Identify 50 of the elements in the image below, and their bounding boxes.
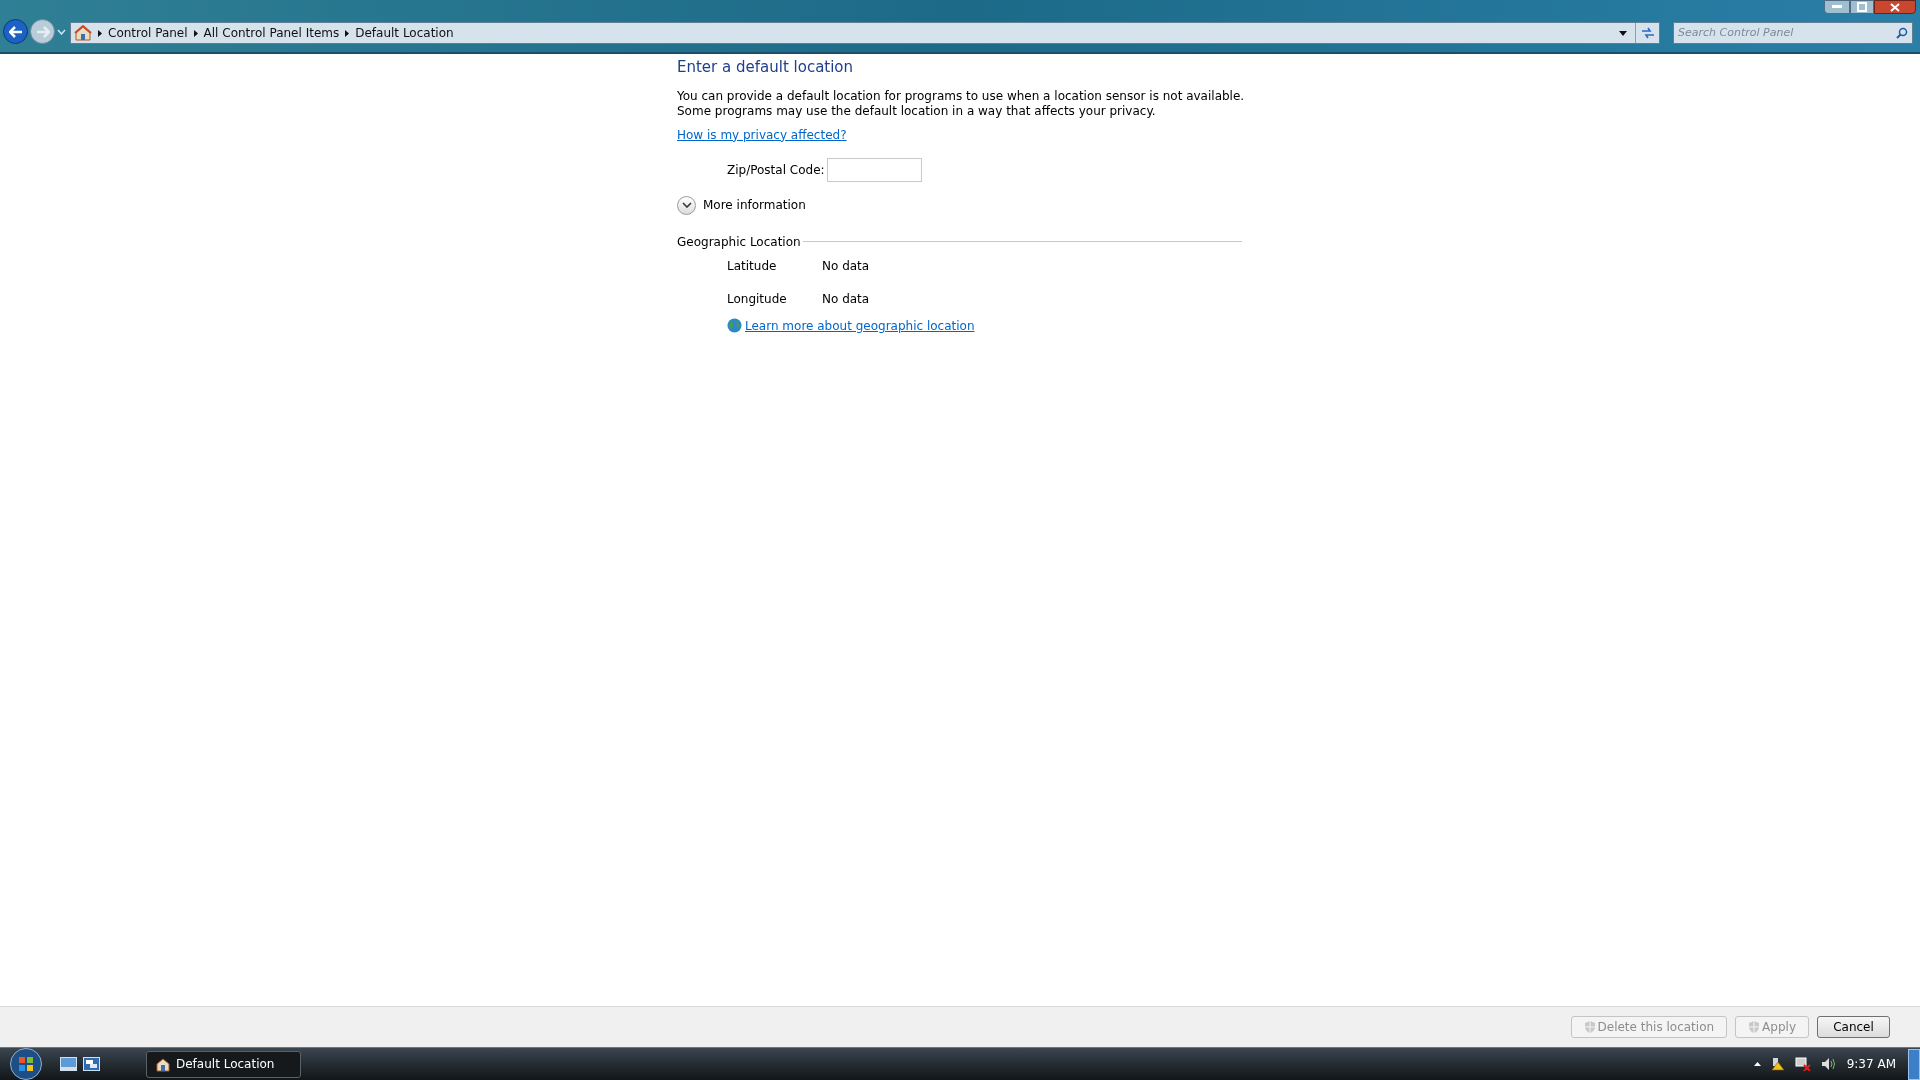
breadcrumb-item[interactable]: All Control Panel Items <box>203 24 340 42</box>
search-input[interactable]: Search Control Panel <box>1678 24 1896 42</box>
minimize-button[interactable] <box>1824 0 1850 14</box>
home-icon <box>74 25 92 41</box>
description-text: Some programs may use the default location in a way that affects your privacy. <box>677 103 1157 119</box>
chevron-right-icon[interactable] <box>98 29 102 37</box>
clock[interactable]: 9:37 AM <box>1846 1055 1896 1073</box>
restore-button[interactable] <box>1850 0 1874 14</box>
privacy-link[interactable]: How is my privacy affected? <box>677 125 847 144</box>
refresh-icon <box>1639 26 1656 40</box>
show-desktop-button[interactable] <box>1908 1048 1920 1080</box>
section-title: Geographic Location <box>677 233 801 251</box>
close-icon <box>1890 2 1900 12</box>
chevron-icon <box>681 202 692 208</box>
forward-arrow-icon <box>35 25 50 38</box>
search-icon <box>1896 27 1908 39</box>
dropdown-icon[interactable] <box>1619 30 1627 36</box>
field-label: Latitude <box>727 257 778 275</box>
chevron-right-icon[interactable] <box>345 29 350 37</box>
show-hidden-icons-icon[interactable] <box>1753 1062 1761 1066</box>
speaker-icon[interactable] <box>1820 1057 1837 1071</box>
warning-icon[interactable] <box>1770 1057 1785 1071</box>
field-value: No data <box>822 257 870 275</box>
learn-more-link[interactable]: Learn more about geographic location <box>745 316 975 335</box>
close-button[interactable] <box>1874 0 1916 14</box>
windows-logo-icon <box>18 1056 34 1072</box>
field-value: No data <box>822 290 870 308</box>
home-icon <box>155 1056 171 1072</box>
search-field[interactable]: Search Control Panel <box>1673 22 1913 44</box>
recent-pages-dropdown-icon[interactable] <box>57 28 66 35</box>
field-label: Longitude <box>727 290 788 308</box>
page-heading: Enter a default location <box>677 57 855 78</box>
zip-code-label: Zip/Postal Code: <box>727 161 826 179</box>
more-information-toggle[interactable]: More information <box>677 195 806 215</box>
description-text: You can provide a default location for programs to use when a location sensor is not available. <box>677 88 1246 104</box>
back-arrow-icon <box>8 25 23 38</box>
taskbar-window-button[interactable]: Default Location <box>146 1050 301 1078</box>
forward-button[interactable] <box>30 19 55 44</box>
zip-code-field[interactable] <box>827 157 922 182</box>
restore-icon <box>1857 2 1867 12</box>
switch-windows-icon[interactable] <box>83 1057 100 1071</box>
start-button[interactable] <box>10 1048 42 1080</box>
breadcrumb-item[interactable]: Control Panel <box>108 24 188 42</box>
breadcrumb-item[interactable]: Default Location <box>355 24 454 42</box>
minimize-icon <box>1832 5 1842 9</box>
back-button[interactable] <box>3 19 28 44</box>
chevron-right-icon[interactable] <box>193 29 198 37</box>
network-error-icon[interactable] <box>1794 1057 1811 1071</box>
globe-icon <box>727 318 742 333</box>
dialog-button[interactable]: Cancel <box>1817 1016 1890 1038</box>
